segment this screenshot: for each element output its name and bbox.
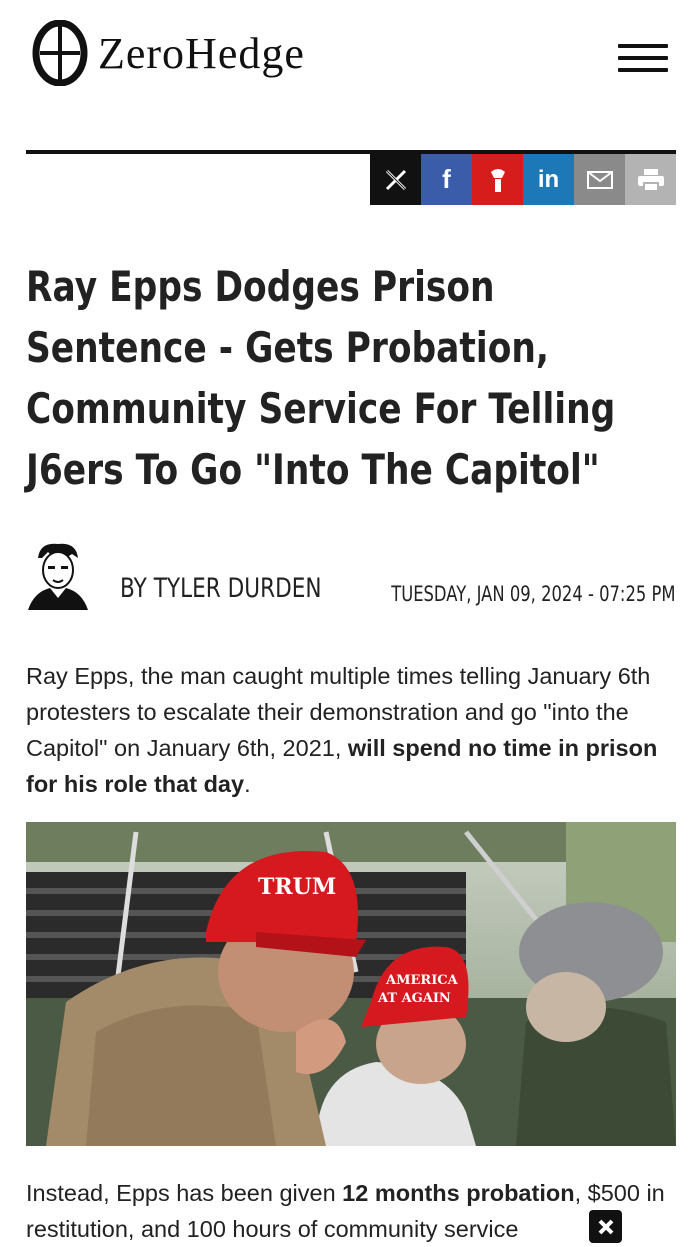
hamburger-menu-icon[interactable] [618, 40, 668, 76]
paragraph-bold-text: 12 months probation [342, 1180, 575, 1206]
zerohedge-logo-icon [32, 20, 88, 86]
x-icon [385, 169, 406, 190]
linkedin-icon: in [537, 165, 560, 193]
facebook-icon: f [442, 164, 451, 194]
gab-torch-icon [490, 168, 505, 192]
article-paragraph: Instead, Epps has been given 12 months p… [26, 1175, 676, 1247]
share-x-button[interactable] [370, 154, 421, 205]
article-title: Ray Epps Dodges Prison Sentence - Gets P… [26, 262, 616, 494]
byline: BY TYLER DURDEN TUESDAY, JAN 09, 2024 - … [26, 540, 676, 612]
share-linkedin-button[interactable]: in [523, 154, 574, 205]
article-photo-scene: AMERICA AT AGAIN TRUM [26, 822, 676, 1146]
share-gab-button[interactable] [472, 154, 523, 205]
paragraph-text-end: . [244, 771, 251, 797]
site-logo[interactable]: ZeroHedge [32, 20, 305, 86]
cap-text: AT AGAIN [377, 991, 451, 1006]
share-email-button[interactable] [574, 154, 625, 205]
paragraph-text: Instead, Epps has been given [26, 1180, 343, 1206]
article-paragraph: Ray Epps, the man caught multiple times … [26, 658, 676, 802]
close-ad-button[interactable] [589, 1210, 622, 1243]
article-photo: AMERICA AT AGAIN TRUM [26, 822, 676, 1146]
share-bar: f in [370, 154, 676, 205]
share-facebook-button[interactable]: f [421, 154, 472, 205]
close-icon [598, 1219, 613, 1234]
site-header: ZeroHedge [0, 0, 700, 120]
brand-name: ZeroHedge [98, 28, 305, 78]
publish-date: TUESDAY, JAN 09, 2024 - 07:25 PM [391, 582, 676, 606]
author-avatar [28, 543, 88, 610]
cap-text: TRUM [258, 874, 336, 900]
print-button[interactable] [625, 154, 676, 205]
cap-text: AMERICA [385, 973, 459, 988]
envelope-icon [586, 170, 613, 189]
author-name[interactable]: BY TYLER DURDEN [120, 573, 322, 604]
printer-icon [637, 168, 664, 192]
